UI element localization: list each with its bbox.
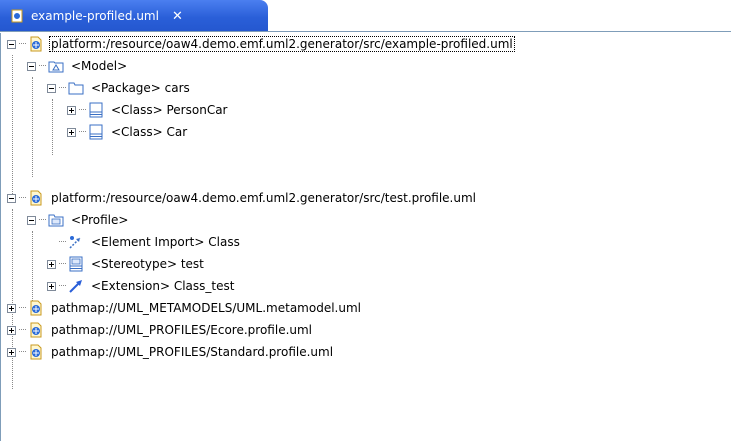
tree-item-label: platform:/resource/oaw4.demo.emf.uml2.ge… bbox=[51, 191, 476, 205]
expand-icon[interactable] bbox=[7, 303, 16, 313]
tree-guide bbox=[12, 55, 13, 200]
tree-item-label: <Stereotype> test bbox=[91, 257, 204, 271]
tree-item-label: <Profile> bbox=[71, 213, 129, 227]
tree-item-class[interactable]: <Class> PersonCar bbox=[67, 99, 229, 121]
stereotype-icon bbox=[69, 256, 83, 272]
tree-item-class[interactable]: <Class> Car bbox=[67, 121, 189, 143]
tree-connector bbox=[79, 131, 86, 133]
tree-item-resource[interactable]: platform:/resource/oaw4.demo.emf.uml2.ge… bbox=[7, 187, 478, 209]
uml-resource-icon bbox=[11, 9, 23, 23]
expand-icon[interactable] bbox=[67, 127, 76, 137]
tree-guide bbox=[32, 77, 33, 177]
tree-item-label: <Element Import> Class bbox=[91, 235, 240, 249]
tree-connector bbox=[59, 263, 66, 265]
tree-connector bbox=[59, 241, 66, 243]
collapse-icon[interactable] bbox=[7, 193, 16, 203]
uml-file-icon bbox=[30, 36, 42, 52]
expand-icon[interactable] bbox=[47, 281, 56, 291]
expand-icon[interactable] bbox=[67, 105, 76, 115]
uml-file-icon bbox=[30, 190, 42, 206]
tree-connector bbox=[19, 351, 26, 353]
tree-connector bbox=[59, 285, 66, 287]
tree-connector bbox=[79, 109, 86, 111]
tree-item-label: pathmap://UML_METAMODELS/UML.metamodel.u… bbox=[51, 301, 361, 315]
collapse-icon[interactable] bbox=[7, 39, 16, 49]
tree-item-label: <Model> bbox=[71, 59, 128, 73]
tree-connector bbox=[19, 197, 26, 199]
profile-icon bbox=[48, 214, 64, 227]
uml-file-icon bbox=[30, 322, 42, 338]
expand-icon[interactable] bbox=[47, 259, 56, 269]
tree-connector bbox=[19, 43, 26, 45]
tree-connector bbox=[59, 87, 66, 89]
collapse-icon[interactable] bbox=[27, 215, 36, 225]
tree-item-label: <Class> Car bbox=[111, 125, 188, 139]
package-icon bbox=[68, 82, 84, 95]
tree-item-stereotype[interactable]: <Stereotype> test bbox=[47, 253, 206, 275]
tree-item-resource[interactable]: pathmap://UML_PROFILES/Ecore.profile.uml bbox=[7, 319, 314, 341]
tree-guide bbox=[52, 99, 53, 155]
tree-item-label: pathmap://UML_PROFILES/Standard.profile.… bbox=[51, 345, 334, 359]
tree-connector bbox=[19, 329, 26, 331]
tree-item-label: <Extension> Class_test bbox=[91, 279, 235, 293]
tree-item-resource[interactable]: pathmap://UML_PROFILES/Standard.profile.… bbox=[7, 341, 335, 363]
tree-connector bbox=[19, 307, 26, 309]
model-icon bbox=[48, 61, 64, 73]
tree-connector bbox=[39, 219, 46, 221]
uml-file-icon bbox=[30, 300, 42, 316]
tree-item-label: <Package> cars bbox=[91, 81, 190, 95]
tree-item-resource[interactable]: platform:/resource/oaw4.demo.emf.uml2.ge… bbox=[7, 33, 515, 55]
tree-item-model[interactable]: <Model> bbox=[27, 55, 129, 77]
collapse-icon[interactable] bbox=[27, 61, 36, 71]
close-icon[interactable]: ✕ bbox=[172, 9, 183, 24]
tree-item-resource[interactable]: pathmap://UML_METAMODELS/UML.metamodel.u… bbox=[7, 297, 363, 319]
tree-item-extension[interactable]: <Extension> Class_test bbox=[47, 275, 236, 297]
tab-label: example-profiled.uml bbox=[31, 9, 159, 23]
extension-arrow-icon bbox=[69, 280, 82, 293]
tree-item-element-import[interactable]: <Element Import> Class bbox=[47, 231, 242, 253]
collapse-icon[interactable] bbox=[47, 83, 56, 93]
element-import-icon bbox=[69, 236, 81, 249]
class-icon bbox=[89, 102, 103, 118]
resource-tree[interactable]: platform:/resource/oaw4.demo.emf.uml2.ge… bbox=[0, 33, 731, 441]
class-icon bbox=[89, 124, 103, 140]
tree-item-label: pathmap://UML_PROFILES/Ecore.profile.uml bbox=[51, 323, 313, 337]
tree-connector bbox=[39, 65, 46, 67]
editor-tab-bar: example-profiled.uml ✕ bbox=[0, 0, 731, 32]
tree-item-label: <Class> PersonCar bbox=[111, 103, 228, 117]
uml-file-icon bbox=[30, 344, 42, 360]
tree-item-package[interactable]: <Package> cars bbox=[47, 77, 192, 99]
expand-icon[interactable] bbox=[7, 325, 16, 335]
tree-item-label: platform:/resource/oaw4.demo.emf.uml2.ge… bbox=[49, 36, 515, 52]
tree-item-profile[interactable]: <Profile> bbox=[27, 209, 130, 231]
tab-example-profiled[interactable]: example-profiled.uml ✕ bbox=[0, 0, 268, 32]
expand-icon[interactable] bbox=[7, 347, 16, 357]
